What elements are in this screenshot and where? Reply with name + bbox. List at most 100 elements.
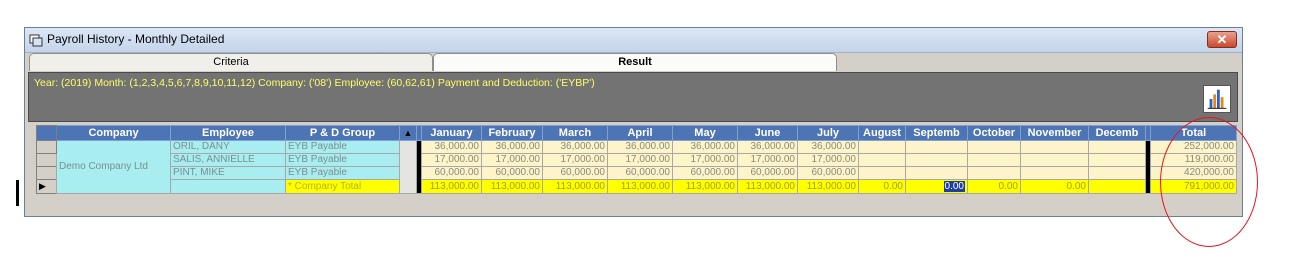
total-value-cell[interactable]: 0.00: [1020, 179, 1089, 194]
bar-chart-icon[interactable]: [1203, 85, 1231, 113]
value-cell[interactable]: 17,000.00: [481, 153, 543, 167]
column-header-june[interactable]: June: [737, 125, 798, 141]
total-value-cell[interactable]: 113,000.00: [797, 179, 859, 194]
row-pointer-icon: ▶: [39, 181, 46, 191]
column-header-employee[interactable]: Employee: [170, 125, 286, 141]
pd-group-cell[interactable]: * Company Total: [285, 179, 400, 194]
value-cell[interactable]: [858, 153, 906, 167]
value-cell[interactable]: 17,000.00: [737, 153, 798, 167]
tab-strip: Criteria Result: [25, 53, 1242, 71]
value-cell[interactable]: 36,000.00: [481, 140, 543, 154]
employee-cell[interactable]: ORIL, DANY: [170, 140, 286, 154]
employee-cell[interactable]: PINT, MIKE: [170, 166, 286, 180]
value-cell[interactable]: [1020, 166, 1089, 180]
value-cell[interactable]: [858, 140, 906, 154]
close-button[interactable]: ✕: [1207, 31, 1237, 48]
value-cell[interactable]: 36,000.00: [421, 140, 482, 154]
employee-cell[interactable]: [170, 179, 286, 194]
selected-cell[interactable]: 0.00: [905, 179, 968, 194]
value-cell[interactable]: 17,000.00: [607, 153, 673, 167]
row-selector[interactable]: [36, 166, 57, 180]
total-value-cell[interactable]: 113,000.00: [542, 179, 608, 194]
value-cell[interactable]: [967, 140, 1021, 154]
app-icon: [29, 34, 43, 47]
value-cell[interactable]: [1088, 166, 1146, 180]
value-cell[interactable]: 36,000.00: [672, 140, 738, 154]
value-cell[interactable]: 60,000.00: [607, 166, 673, 180]
company-total-row[interactable]: ▶ * Company Total 113,000.00 113,000.00 …: [36, 179, 1237, 194]
employee-cell[interactable]: SALIS, ANNIELLE: [170, 153, 286, 167]
column-header-december[interactable]: Decemb: [1088, 125, 1146, 141]
criteria-summary-panel: Year: (2019) Month: (1,2,3,4,5,6,7,8,9,1…: [28, 72, 1238, 122]
value-cell[interactable]: [1020, 153, 1089, 167]
pd-group-cell[interactable]: EYB Payable: [285, 153, 400, 167]
column-header-july[interactable]: July: [797, 125, 859, 141]
value-cell[interactable]: [905, 153, 968, 167]
criteria-summary-text: Year: (2019) Month: (1,2,3,4,5,6,7,8,9,1…: [34, 77, 595, 89]
row-selector-header: [36, 125, 57, 141]
column-header-february[interactable]: February: [481, 125, 543, 141]
total-value-cell[interactable]: [1088, 179, 1146, 194]
column-header-april[interactable]: April: [607, 125, 673, 141]
tab-result[interactable]: Result: [433, 53, 837, 71]
total-value-cell[interactable]: 113,000.00: [421, 179, 482, 194]
value-cell[interactable]: [1088, 153, 1146, 167]
payroll-history-window: Payroll History - Monthly Detailed ✕ Cri…: [24, 27, 1243, 217]
column-header-march[interactable]: March: [542, 125, 608, 141]
result-grid: Company Employee P & D Group ▲ January F…: [36, 125, 1237, 194]
table-row[interactable]: SALIS, ANNIELLE EYB Payable 17,000.00 17…: [36, 153, 1237, 167]
value-cell[interactable]: [1088, 140, 1146, 154]
total-value-cell[interactable]: 0.00: [858, 179, 906, 194]
row-selector[interactable]: [36, 140, 57, 154]
value-cell[interactable]: 36,000.00: [737, 140, 798, 154]
value-cell[interactable]: 17,000.00: [421, 153, 482, 167]
table-row[interactable]: PINT, MIKE EYB Payable 60,000.00 60,000.…: [36, 166, 1237, 180]
total-value-cell[interactable]: 113,000.00: [481, 179, 543, 194]
column-header-pd-group[interactable]: P & D Group: [285, 125, 400, 141]
value-cell[interactable]: 36,000.00: [797, 140, 859, 154]
column-header-company[interactable]: Company: [56, 125, 171, 141]
value-cell[interactable]: 17,000.00: [542, 153, 608, 167]
pd-group-cell[interactable]: EYB Payable: [285, 140, 400, 154]
column-header-october[interactable]: October: [967, 125, 1021, 141]
value-cell[interactable]: 60,000.00: [421, 166, 482, 180]
value-cell[interactable]: 17,000.00: [672, 153, 738, 167]
total-value-cell[interactable]: 0.00: [967, 179, 1021, 194]
pd-group-cell[interactable]: EYB Payable: [285, 166, 400, 180]
company-cell[interactable]: Demo Company Ltd: [56, 140, 171, 194]
total-value-cell[interactable]: 113,000.00: [607, 179, 673, 194]
table-row[interactable]: Demo Company Ltd ORIL, DANY EYB Payable …: [36, 140, 1237, 194]
vertical-scrollbar[interactable]: [399, 140, 417, 194]
value-cell[interactable]: 36,000.00: [542, 140, 608, 154]
value-cell[interactable]: [858, 166, 906, 180]
result-grid-area: Company Employee P & D Group ▲ January F…: [28, 125, 1238, 207]
annotation-circle: [1160, 117, 1258, 247]
value-cell[interactable]: 17,000.00: [797, 153, 859, 167]
value-cell[interactable]: [905, 166, 968, 180]
column-header-september[interactable]: Septemb: [905, 125, 968, 141]
value-cell[interactable]: [967, 166, 1021, 180]
title-bar: Payroll History - Monthly Detailed ✕: [25, 28, 1242, 53]
column-header-may[interactable]: May: [672, 125, 738, 141]
column-header-november[interactable]: November: [1020, 125, 1089, 141]
current-row-indicator[interactable]: ▶: [36, 179, 57, 194]
value-cell[interactable]: [905, 140, 968, 154]
value-cell[interactable]: 60,000.00: [481, 166, 543, 180]
value-cell[interactable]: 60,000.00: [797, 166, 859, 180]
window-title: Payroll History - Monthly Detailed: [47, 32, 225, 46]
value-cell[interactable]: 60,000.00: [672, 166, 738, 180]
value-cell[interactable]: [967, 153, 1021, 167]
value-cell[interactable]: 60,000.00: [737, 166, 798, 180]
grid-header-row: Company Employee P & D Group ▲ January F…: [36, 125, 1237, 141]
selected-cell-value: 0.00: [943, 180, 965, 192]
column-header-january[interactable]: January: [421, 125, 482, 141]
value-cell[interactable]: 60,000.00: [542, 166, 608, 180]
value-cell[interactable]: [1020, 140, 1089, 154]
total-value-cell[interactable]: 113,000.00: [672, 179, 738, 194]
total-value-cell[interactable]: 113,000.00: [737, 179, 798, 194]
column-header-august[interactable]: August: [858, 125, 906, 141]
tab-criteria[interactable]: Criteria: [29, 53, 433, 71]
row-selector[interactable]: [36, 153, 57, 167]
value-cell[interactable]: 36,000.00: [607, 140, 673, 154]
scroll-up-button[interactable]: ▲: [399, 125, 417, 141]
